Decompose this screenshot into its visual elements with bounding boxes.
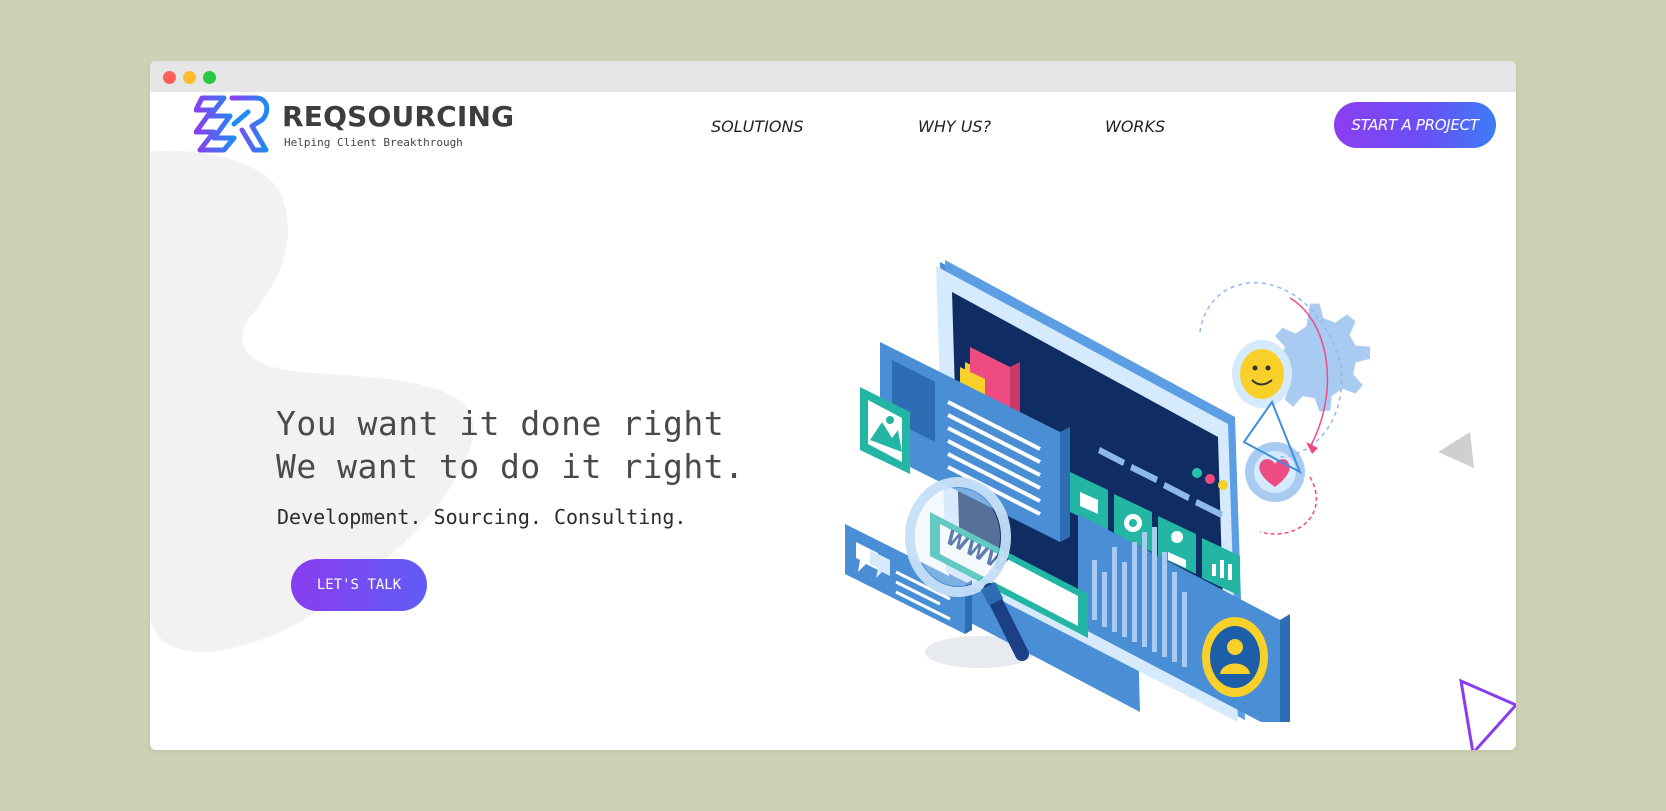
brand-tagline: Helping Client Breakthrough: [284, 136, 463, 149]
hero-subheadline: Development. Sourcing. Consulting.: [277, 505, 687, 529]
browser-window: REQSOURCING Helping Client Breakthrough …: [150, 61, 1516, 750]
hero-headline-line-2: We want to do it right.: [276, 447, 745, 486]
decorative-triangle-grey: [1438, 432, 1474, 468]
smiley-icon: [1240, 349, 1284, 399]
nav-why-us-link[interactable]: WHY US?: [918, 117, 991, 136]
nav-works-link[interactable]: WORKS: [1105, 117, 1165, 136]
reqsourcing-logo[interactable]: [194, 94, 274, 154]
brand-name[interactable]: REQSOURCING: [282, 100, 514, 133]
avatar-ring-icon: [1202, 617, 1268, 697]
start-project-button[interactable]: START A PROJECT: [1334, 102, 1496, 148]
nav-solutions-link[interactable]: SOLUTIONS: [711, 117, 804, 136]
landing-page: REQSOURCING Helping Client Breakthrough …: [150, 92, 1516, 750]
hero-headline-line-1: You want it done right: [276, 404, 725, 443]
lets-talk-button[interactable]: LET'S TALK: [291, 559, 427, 611]
decorative-triangle-purple: [1459, 678, 1516, 750]
window-titlebar: [150, 61, 1516, 92]
minimize-window-button[interactable]: [183, 71, 196, 84]
hero-illustration: WWW: [845, 260, 1370, 722]
maximize-window-button[interactable]: [203, 71, 216, 84]
close-window-button[interactable]: [163, 71, 176, 84]
